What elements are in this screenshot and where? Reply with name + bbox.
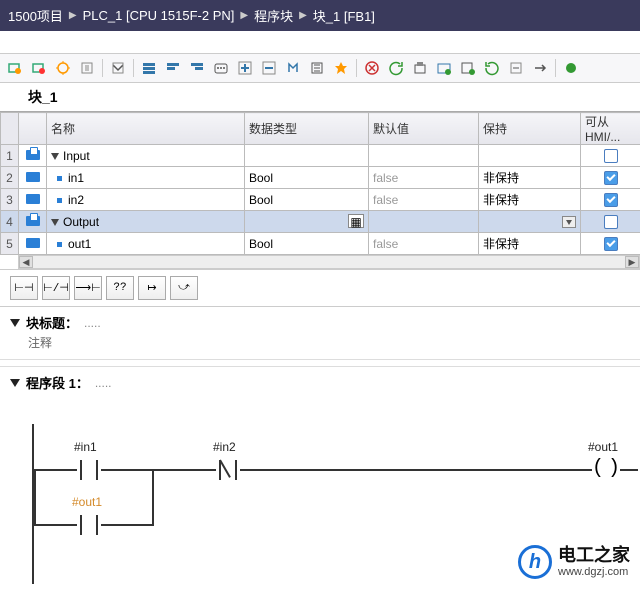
tag-out1[interactable]: #out1 (588, 440, 618, 454)
block-comment[interactable]: 注释 (0, 334, 640, 360)
tb-btn-10[interactable] (234, 57, 256, 79)
contact-out1[interactable] (77, 515, 101, 535)
row-in1[interactable]: 2 in1 Bool false 非保持 (1, 167, 640, 189)
tb-btn-6[interactable] (138, 57, 160, 79)
collapse-icon[interactable] (10, 319, 20, 327)
tag-out1-branch[interactable]: #out1 (72, 495, 102, 509)
tb-btn-8[interactable] (186, 57, 208, 79)
hmi-checkbox[interactable] (604, 237, 618, 251)
bullet-icon (57, 176, 62, 181)
col-dtype[interactable]: 数据类型 (245, 113, 369, 145)
network-section[interactable]: 程序段 1： ..... (0, 366, 640, 394)
contact-in1[interactable] (77, 460, 101, 480)
watermark-name: 电工之家 (558, 546, 630, 566)
tb-btn-18[interactable] (433, 57, 455, 79)
tb-btn-21[interactable] (505, 57, 527, 79)
tb-btn-9[interactable] (210, 57, 232, 79)
type-picker-icon[interactable]: ▦ (348, 214, 364, 228)
breadcrumb: 1500项目 ▶ PLC_1 [CPU 1515F-2 PN] ▶ 程序块 ▶ … (0, 0, 640, 31)
block-title-section[interactable]: 块标题： ..... (0, 307, 640, 334)
tb-btn-22[interactable] (529, 57, 551, 79)
bullet-icon (57, 198, 62, 203)
watermark-logo-icon: h (518, 545, 552, 579)
row-output[interactable]: 4 Output ▦ (1, 211, 640, 233)
tb-btn-3[interactable] (52, 57, 74, 79)
lad-box[interactable]: ?? (106, 276, 134, 300)
coil-out1[interactable] (592, 460, 620, 480)
tb-btn-7[interactable] (162, 57, 184, 79)
col-hmi[interactable]: 可从 HMI/... (581, 113, 640, 145)
bc-folder[interactable]: 程序块 (254, 6, 293, 25)
expand-icon[interactable] (51, 153, 59, 160)
var-icon (26, 238, 40, 248)
hmi-checkbox[interactable] (604, 149, 618, 163)
bc-project[interactable]: 1500项目 (8, 6, 63, 25)
tb-btn-17[interactable] (409, 57, 431, 79)
col-retain[interactable]: 保持 (479, 113, 581, 145)
col-default[interactable]: 默认值 (369, 113, 479, 145)
hmi-checkbox[interactable] (604, 215, 618, 229)
block-name: 块_1 (0, 83, 640, 111)
bc-plc[interactable]: PLC_1 [CPU 1515F-2 PN] (83, 8, 235, 23)
bc-sep: ▶ (69, 10, 77, 21)
tag-in2[interactable]: #in2 (213, 440, 236, 454)
contact-in2-nc[interactable] (216, 460, 240, 480)
bc-block[interactable]: 块_1 [FB1] (313, 6, 375, 25)
lad-branch-close[interactable]: ⤻ (170, 276, 198, 300)
bc-sep: ▶ (299, 10, 307, 21)
hmi-checkbox[interactable] (604, 193, 618, 207)
tb-btn-15[interactable] (361, 57, 383, 79)
tb-btn-1[interactable] (4, 57, 26, 79)
lad-no-contact[interactable]: ⊢⊣ (10, 276, 38, 300)
h-scrollbar[interactable]: ◀ ▶ (18, 255, 640, 269)
var-icon (26, 172, 40, 182)
interface-table: 名称 数据类型 默认值 保持 可从 HMI/... 1 Input 2 in1 … (0, 111, 640, 269)
tb-btn-13[interactable] (306, 57, 328, 79)
tag-in1[interactable]: #in1 (74, 440, 97, 454)
main-toolbar (0, 53, 640, 83)
col-name[interactable]: 名称 (47, 113, 245, 145)
tb-btn-23[interactable] (560, 57, 582, 79)
struct-icon (26, 150, 40, 160)
tb-btn-14[interactable] (330, 57, 352, 79)
bullet-icon (57, 242, 62, 247)
row-in2[interactable]: 3 in2 Bool false 非保持 (1, 189, 640, 211)
dropdown-icon[interactable] (562, 216, 576, 228)
struct-icon (26, 216, 40, 226)
tb-btn-4[interactable] (76, 57, 98, 79)
row-out1[interactable]: 5 out1 Bool false 非保持 (1, 233, 640, 255)
hmi-checkbox[interactable] (604, 171, 618, 185)
header-row: 名称 数据类型 默认值 保持 可从 HMI/... (1, 113, 640, 145)
watermark: h 电工之家 www.dgzj.com (518, 545, 630, 579)
tb-btn-5[interactable] (107, 57, 129, 79)
tb-btn-11[interactable] (258, 57, 280, 79)
lad-coil[interactable]: ⟶⊢ (74, 276, 102, 300)
tb-btn-12[interactable] (282, 57, 304, 79)
tb-btn-16[interactable] (385, 57, 407, 79)
row-input[interactable]: 1 Input (1, 145, 640, 167)
ladder-toolbar: ⊢⊣ ⊢/⊣ ⟶⊢ ?? ↦ ⤻ (0, 269, 640, 307)
tb-btn-20[interactable] (481, 57, 503, 79)
lad-branch-open[interactable]: ↦ (138, 276, 166, 300)
tb-btn-2[interactable] (28, 57, 50, 79)
expand-icon[interactable] (51, 219, 59, 226)
collapse-icon[interactable] (10, 379, 20, 387)
watermark-url: www.dgzj.com (558, 566, 630, 578)
scroll-right-icon[interactable]: ▶ (625, 256, 639, 268)
tb-btn-19[interactable] (457, 57, 479, 79)
var-icon (26, 194, 40, 204)
lad-nc-contact[interactable]: ⊢/⊣ (42, 276, 70, 300)
bc-sep: ▶ (240, 10, 248, 21)
scroll-left-icon[interactable]: ◀ (19, 256, 33, 268)
